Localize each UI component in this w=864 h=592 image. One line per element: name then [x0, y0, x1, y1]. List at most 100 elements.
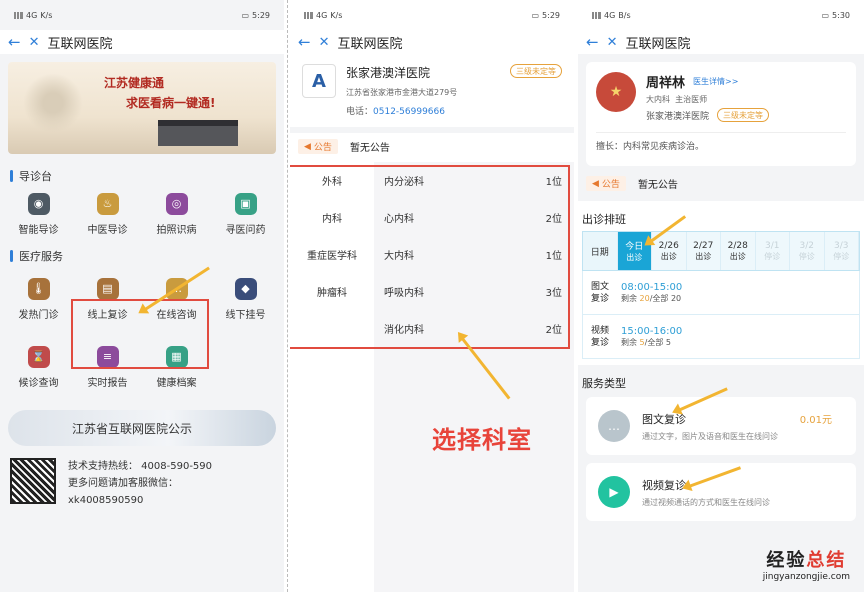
network-type: 4G: [604, 10, 616, 20]
slot-remaining: 剩余 5/全部 5: [621, 337, 682, 348]
day-cell: 3/3 停诊: [824, 232, 859, 270]
day-status: 停诊: [798, 251, 815, 261]
doctor-detail-link[interactable]: 医生详情>>: [693, 76, 738, 87]
back-arrow-icon[interactable]: ←: [298, 33, 311, 51]
announcement-tag: ◀ 公告: [298, 139, 338, 154]
robot-icon: ◉: [27, 192, 50, 215]
service-fever[interactable]: 🌡 发热门诊: [4, 264, 73, 334]
slot-type: 复诊: [590, 337, 609, 348]
day-cell[interactable]: 2/27 出诊: [686, 232, 721, 270]
herb-icon: ♨: [96, 192, 119, 215]
service-label: 候诊查询: [18, 377, 59, 389]
doctor-card: ★ 周祥林 医生详情>> 大内科 主治医师 张家港澳洋医院 三级未定等 擅长：内科常…: [586, 62, 856, 166]
video-icon: ▶: [598, 476, 630, 508]
banner-headline: 江苏健康通: [104, 76, 165, 90]
section-guide: 导诊台: [0, 168, 284, 184]
watermark-part: 总结: [806, 550, 847, 571]
grade-badge: 三级未定等: [510, 64, 562, 78]
close-icon[interactable]: ✕: [29, 35, 40, 50]
guide-medicine[interactable]: ▣ 寻医问药: [211, 188, 280, 240]
day-cell[interactable]: 2/28 出诊: [721, 232, 756, 270]
schedule-slot[interactable]: 视频 复诊 15:00-16:00 剩余 5/全部 5: [582, 315, 860, 359]
day-status: 出诊: [660, 251, 677, 261]
schedule-slot[interactable]: 图文 复诊 08:00-15:00 剩余 20/全部 20: [582, 271, 860, 315]
close-icon[interactable]: ✕: [607, 35, 618, 50]
service-label: 线下挂号: [225, 309, 266, 321]
phone-number[interactable]: 0512-56999666: [373, 107, 445, 117]
highlight-box: [290, 165, 570, 349]
nav-bar: ← ✕ 互联网医院: [578, 30, 864, 54]
schedule-table: 日期 今日 出诊 2/26 出诊 2/27 出诊 2/28 出诊 3/1 停诊 3/2 停诊…: [578, 231, 864, 365]
signal-icon: [592, 11, 601, 19]
service-video-revisit[interactable]: ▶ 视频复诊 通过视频通话的方式和医生在线问诊: [586, 463, 856, 521]
day-status: 停诊: [833, 251, 850, 261]
watermark-part: 经验: [766, 550, 807, 571]
qr-code: [10, 458, 56, 504]
day-status: 出诊: [695, 251, 712, 261]
day-label: 3/3: [834, 240, 849, 251]
doctor-dept: 大内科: [646, 95, 670, 104]
day-label: 2/28: [727, 240, 748, 251]
clipboard-icon: ▤: [96, 277, 119, 300]
phone-screen-hospital: 4G K/s ▭ 5:29 ← ✕ 互联网医院 A 张家港澳洋医院 江苏省张家港市金…: [290, 0, 574, 592]
day-label: 日期: [590, 247, 609, 258]
promo-banner[interactable]: 江苏健康通 求医看病一键通!: [8, 62, 276, 154]
announcement-text: 暂无公告: [349, 143, 390, 154]
net-speed: B/s: [618, 10, 631, 20]
guide-label: 中医导诊: [87, 224, 128, 236]
waiting-icon: ⌛: [27, 345, 50, 368]
service-queue[interactable]: ⌛ 候诊查询: [4, 334, 73, 400]
watermark: 经验总结 jingyanzongjie.com: [763, 546, 850, 582]
day-label: 3/2: [799, 240, 814, 251]
service-offline-register[interactable]: ◆ 线下挂号: [211, 264, 280, 334]
announcement-text: 暂无公告: [637, 180, 678, 191]
day-status: 停诊: [764, 251, 781, 261]
service-desc: 通过视频通话的方式和医生在线问诊: [642, 497, 770, 507]
hospital-name: 张家港澳洋医院: [346, 66, 431, 80]
day-status: 出诊: [729, 251, 746, 261]
chat-bubble-icon: …: [598, 410, 630, 442]
announcement-row: ◀ 公告 暂无公告: [578, 166, 864, 195]
day-label: 2/26: [658, 240, 679, 251]
doctor-title: 主治医师: [675, 95, 708, 104]
guide-tcm[interactable]: ♨ 中医导诊: [73, 188, 142, 240]
grade-badge: 三级未定等: [717, 108, 770, 122]
section-title: 导诊台: [19, 170, 52, 183]
speaker-icon: ◀: [304, 141, 311, 152]
thermometer-icon: 🌡: [27, 277, 50, 300]
wechat-text: 更多问题请加客服微信：: [68, 478, 178, 489]
slot-type: 图文: [590, 281, 609, 292]
doctor-specialty: 擅长：内科常见疾病诊治。: [596, 132, 846, 152]
public-notice-banner[interactable]: 江苏省互联网医院公示: [8, 410, 276, 446]
phone-screen-home: 4G K/s ▭ 5:29 ← ✕ 互联网医院 江苏健康通 求医看病一键通! 导诊台…: [0, 0, 284, 592]
slot-remaining: 剩余 20/全部 20: [621, 293, 682, 304]
signal-icon: [304, 11, 313, 19]
back-arrow-icon[interactable]: ←: [8, 33, 21, 51]
hospital-address: 江苏省张家港市金港大道279号: [346, 88, 458, 97]
section-title: 医疗服务: [19, 250, 63, 263]
camera-icon: ◎: [165, 192, 188, 215]
service-text-revisit[interactable]: … 图文复诊 通过文字，图片及语音和医生在线问诊 0.01元: [586, 397, 856, 455]
nav-bar: ← ✕ 互联网医院: [0, 30, 284, 54]
back-arrow-icon[interactable]: ←: [586, 33, 599, 51]
clock: 5:30: [832, 10, 850, 20]
nav-bar: ← ✕ 互联网医院: [290, 30, 574, 54]
callout-text: 选择科室: [432, 426, 532, 454]
guide-label: 寻医问药: [225, 224, 266, 236]
day-label: 3/1: [765, 240, 780, 251]
net-speed: K/s: [330, 10, 343, 20]
status-bar: 4G B/s ▭ 5:30: [578, 0, 864, 30]
guide-grid: ◉ 智能导诊 ♨ 中医导诊 ◎ 拍照识病 ▣ 寻医问药: [0, 188, 284, 240]
hotline-text: 技术支持热线： 4008-590-590: [68, 461, 213, 472]
announcement-tag-label: 公告: [313, 143, 332, 153]
service-label: 健康档案: [156, 377, 197, 389]
clock: 5:29: [252, 10, 270, 20]
day-status: 出诊: [626, 253, 643, 262]
avatar: ★: [596, 72, 636, 112]
remaining-count: 20: [639, 293, 650, 303]
slot-type: 视频: [590, 325, 609, 336]
doctor-name: 周祥林: [646, 76, 686, 91]
guide-photo[interactable]: ◎ 拍照识病: [142, 188, 211, 240]
guide-smart[interactable]: ◉ 智能导诊: [4, 188, 73, 240]
close-icon[interactable]: ✕: [319, 35, 330, 50]
